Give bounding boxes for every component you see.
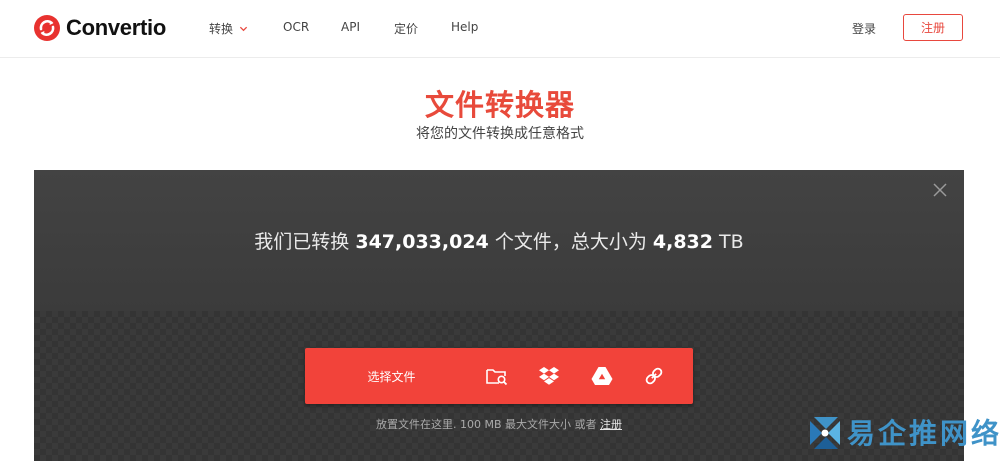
register-link[interactable]: 注册 (600, 418, 622, 431)
watermark-logo-icon (810, 417, 840, 449)
nav-item-help[interactable]: Help (451, 20, 478, 34)
upload-bar: 选择文件 (305, 348, 693, 404)
conversion-stats: 我们已转换 347,033,024 个文件，总大小为 4,832 TB (34, 227, 964, 254)
top-navbar: Convertio 转换 OCR API 定价 Help 登录 注册 (0, 0, 1000, 58)
stats-total-size: 4,832 (652, 231, 713, 253)
url-link-icon[interactable] (642, 365, 666, 387)
register-button[interactable]: 注册 (903, 14, 963, 41)
stats-files-unit: 个文件，总大小为 (494, 231, 647, 253)
brand-logo[interactable]: Convertio (33, 14, 166, 42)
page-subtitle: 将您的文件转换成任意格式 (416, 126, 584, 142)
login-link[interactable]: 登录 (852, 20, 876, 37)
folder-search-icon[interactable] (485, 365, 509, 387)
brand-name: Convertio (66, 15, 166, 40)
chevron-down-icon (239, 26, 248, 32)
watermark-text: 易企推网络 (847, 417, 1000, 450)
nav-item-label: Help (451, 20, 479, 34)
nav-item-label: API (341, 20, 360, 34)
drop-hint-text: 放置文件在这里. 100 MB 最大文件大小 或者 (375, 418, 597, 431)
google-drive-icon[interactable] (590, 365, 614, 387)
close-icon[interactable] (932, 182, 948, 198)
stats-banner: 我们已转换 347,033,024 个文件，总大小为 4,832 TB (34, 170, 964, 311)
choose-files-button[interactable]: 选择文件 (305, 348, 478, 404)
dropbox-icon[interactable] (537, 365, 561, 387)
stats-size-unit: TB (719, 231, 744, 253)
nav-item-ocr[interactable]: OCR (283, 20, 309, 34)
page-title: 文件转换器 (424, 88, 575, 122)
nav-item-label: 转换 (209, 22, 234, 36)
nav-item-convert[interactable]: 转换 (209, 20, 248, 37)
watermark: 易企推网络 (806, 412, 1000, 452)
stats-files-count: 347,033,024 (355, 231, 489, 253)
nav-item-label: 定价 (394, 22, 419, 36)
nav-item-api[interactable]: API (341, 20, 360, 34)
nav-item-label: OCR (283, 20, 310, 34)
convertio-logo-icon (34, 15, 60, 41)
nav-item-pricing[interactable]: 定价 (394, 20, 418, 37)
stats-prefix: 我们已转换 (254, 231, 350, 253)
